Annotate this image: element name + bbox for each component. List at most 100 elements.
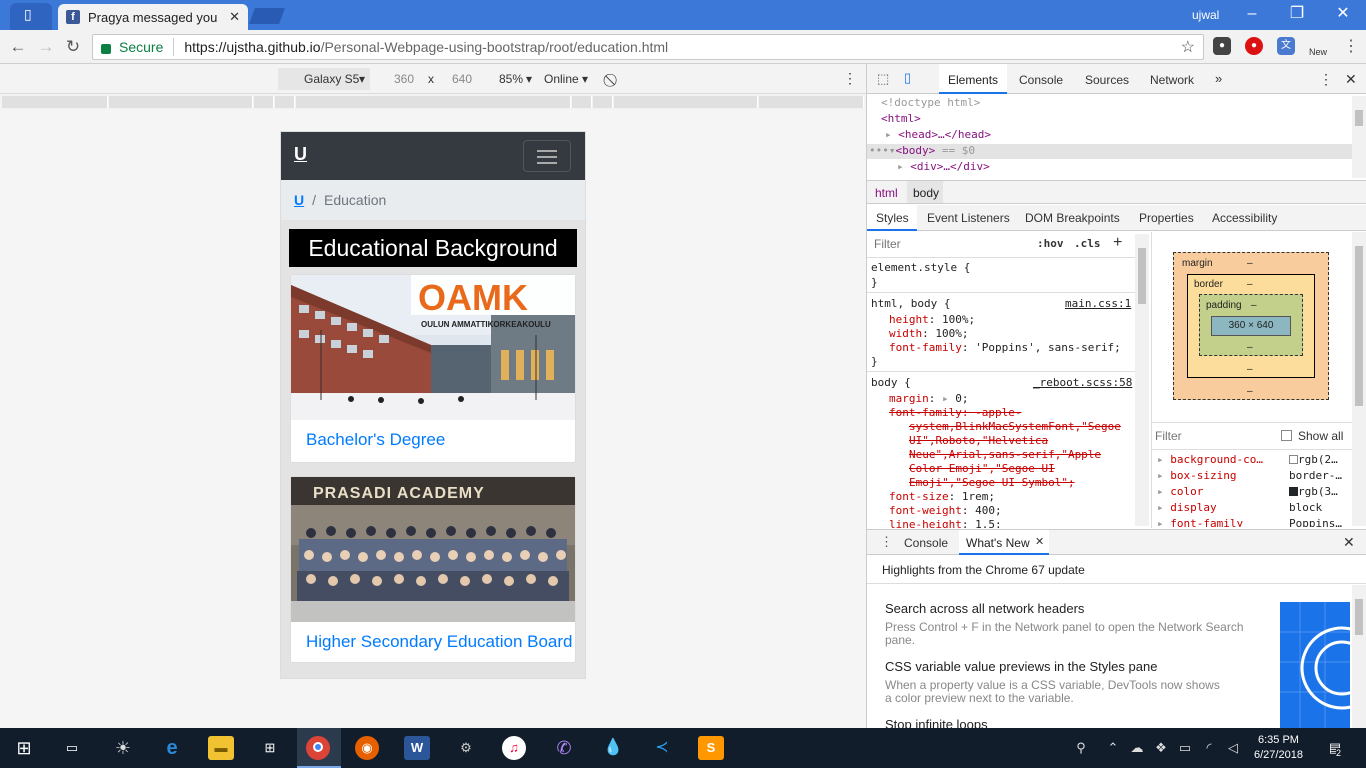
rule1-selector[interactable]: html, body { — [871, 297, 950, 310]
subtab-event-listeners[interactable]: Event Listeners — [927, 211, 1010, 225]
windows-start-icon[interactable]: ⊞ — [11, 736, 37, 760]
tab-network[interactable]: Network — [1150, 73, 1194, 87]
reload-icon[interactable]: ↻ — [62, 37, 84, 57]
sublime-icon[interactable]: S — [698, 736, 724, 760]
computed-row[interactable]: ▸ display — [1157, 501, 1217, 514]
struck-font-family[interactable]: font-family: -apple- — [889, 406, 1021, 419]
media-query-segment[interactable] — [2, 96, 108, 108]
store-icon[interactable]: ⊞ — [257, 736, 283, 760]
devtools-close-icon[interactable]: ✕ — [1345, 71, 1357, 88]
card-title-link[interactable]: Higher Secondary Education Board — [306, 632, 573, 652]
chrome-menu-icon[interactable]: ⋮ — [1340, 37, 1362, 57]
restore-icon[interactable]: ❐ — [1277, 4, 1317, 26]
network-select[interactable]: Online — [544, 72, 579, 86]
new-extension-icon[interactable]: New — [1306, 35, 1330, 59]
drawer-tab-whats-new[interactable]: What's New — [966, 536, 1030, 550]
media-query-segment[interactable] — [759, 96, 864, 108]
whats-new-item-title[interactable]: Stop infinite loops — [885, 717, 988, 728]
computed-scrollbar[interactable] — [1352, 232, 1366, 526]
drop-icon[interactable]: 💧 — [600, 736, 626, 760]
file-explorer-icon[interactable]: ▬ — [208, 736, 234, 760]
media-query-segment[interactable] — [296, 96, 571, 108]
browser-tab-active[interactable]: f Pragya messaged you ✕ — [58, 4, 248, 30]
people-icon[interactable]: ⚲ — [1068, 736, 1094, 760]
subtab-properties[interactable]: Properties — [1139, 211, 1194, 225]
computed-row[interactable]: ▸ color — [1157, 485, 1203, 498]
dom-scrollbar[interactable] — [1352, 96, 1366, 178]
tray-chevron-icon[interactable]: ⌃ — [1105, 736, 1121, 760]
media-query-segment[interactable] — [572, 96, 592, 108]
chrome-icon[interactable] — [306, 736, 330, 760]
box-model-content[interactable]: 360 × 640 — [1211, 316, 1291, 336]
firefox-icon[interactable]: ◉ — [355, 736, 379, 760]
computed-row[interactable]: ▸ box-sizing — [1157, 469, 1236, 482]
tab-elements[interactable]: Elements — [948, 73, 998, 87]
rule2-prop[interactable]: line-height: 1.5; — [889, 518, 1002, 528]
subtab-styles[interactable]: Styles — [876, 211, 909, 225]
rule1-prop[interactable]: height: 100%; — [889, 313, 975, 326]
hov-toggle[interactable]: :hov — [1037, 237, 1064, 250]
breadcrumb-home-link[interactable]: U — [294, 192, 304, 208]
back-icon[interactable]: ← — [7, 37, 29, 57]
education-card[interactable]: OAMK OULUN AMMATTIKORKEAKOULU Bachelor's… — [290, 274, 576, 463]
device-height-input[interactable]: 640 — [452, 72, 472, 86]
dom-doctype[interactable]: <!doctype html> — [881, 96, 980, 109]
education-card[interactable]: PRASADI ACADEMY Higher Secondary Educati… — [290, 476, 576, 663]
media-query-segment[interactable] — [614, 96, 758, 108]
dom-div[interactable]: ▸ <div>…</div> — [897, 160, 990, 173]
rule2-prop[interactable]: font-weight: 400; — [889, 504, 1002, 517]
onedrive-icon[interactable]: ☁ — [1128, 736, 1146, 760]
minimize-icon[interactable]: – — [1232, 4, 1272, 26]
device-select[interactable]: Galaxy S5 — [304, 72, 359, 86]
viber-icon[interactable]: ✆ — [551, 736, 577, 760]
tab-console[interactable]: Console — [1019, 73, 1063, 87]
style-rule-element[interactable]: element.style { — [871, 261, 970, 274]
rule2-prop[interactable]: font-size: 1rem; — [889, 490, 995, 503]
drawer-tab-close-icon[interactable]: ✕ — [1035, 535, 1044, 548]
navbar-toggler-icon[interactable] — [523, 140, 571, 172]
profile-name[interactable]: ujwal — [1192, 8, 1219, 22]
media-query-segment[interactable] — [109, 96, 253, 108]
rule1-source-link[interactable]: main.css:1 — [1065, 297, 1131, 310]
dom-head[interactable]: ▸ <head>…</head> — [885, 128, 991, 141]
new-tab-button[interactable] — [249, 8, 285, 24]
media-query-segment[interactable] — [254, 96, 274, 108]
show-all-checkbox[interactable] — [1281, 430, 1292, 441]
extension-stop-icon[interactable]: ● — [1245, 37, 1263, 55]
zoom-select[interactable]: 85% — [499, 72, 523, 86]
task-view-icon[interactable]: ▭ — [59, 736, 85, 760]
rule2-prop-margin[interactable]: margin: ▸ 0; — [889, 392, 969, 405]
more-options-icon[interactable]: ⋮ — [843, 70, 857, 87]
vscode-icon[interactable]: ≺ — [649, 736, 675, 760]
devtools-menu-icon[interactable]: ⋮ — [1319, 71, 1333, 88]
add-rule-icon[interactable]: + — [1113, 234, 1122, 252]
dropbox-icon[interactable]: ❖ — [1152, 736, 1170, 760]
subtab-accessibility[interactable]: Accessibility — [1212, 211, 1277, 225]
wifi-icon[interactable]: ◜ — [1200, 736, 1218, 760]
cls-toggle[interactable]: .cls — [1074, 237, 1101, 250]
dom-html[interactable]: <html> — [881, 112, 921, 125]
omnibox[interactable]: Secure https://ujstha.github.io /Persona… — [92, 34, 1204, 60]
drawer-menu-icon[interactable]: ⋮ — [880, 534, 893, 550]
subtab-dom-breakpoints[interactable]: DOM Breakpoints — [1025, 211, 1120, 225]
media-query-segment[interactable] — [593, 96, 613, 108]
itunes-icon[interactable]: ♫ — [502, 736, 526, 760]
rule2-selector[interactable]: body { — [871, 376, 911, 389]
computed-row[interactable]: ▸ font-family — [1157, 517, 1243, 527]
crumb-html[interactable]: html — [875, 186, 898, 200]
whats-new-item-title[interactable]: CSS variable value previews in the Style… — [885, 659, 1157, 674]
styles-scrollbar[interactable] — [1135, 234, 1149, 526]
extension-icon[interactable]: ● — [1213, 37, 1231, 55]
computed-filter-input[interactable] — [1155, 426, 1275, 446]
computed-row[interactable]: ▸ background-co… — [1157, 453, 1263, 466]
forward-icon[interactable]: → — [35, 37, 57, 57]
media-query-segment[interactable] — [275, 96, 295, 108]
drawer-close-icon[interactable]: ✕ — [1343, 534, 1355, 551]
rule1-prop[interactable]: width: 100%; — [889, 327, 969, 340]
dom-body[interactable]: •••▾<body> == $0 — [869, 144, 975, 157]
volume-icon[interactable]: ◁ — [1224, 736, 1242, 760]
inspect-element-icon[interactable]: ⬚ — [877, 71, 889, 87]
device-toggle-icon[interactable]: ▯ — [904, 70, 911, 86]
drawer-tab-console[interactable]: Console — [904, 536, 948, 550]
app-icon[interactable]: ⚙ — [453, 736, 479, 760]
